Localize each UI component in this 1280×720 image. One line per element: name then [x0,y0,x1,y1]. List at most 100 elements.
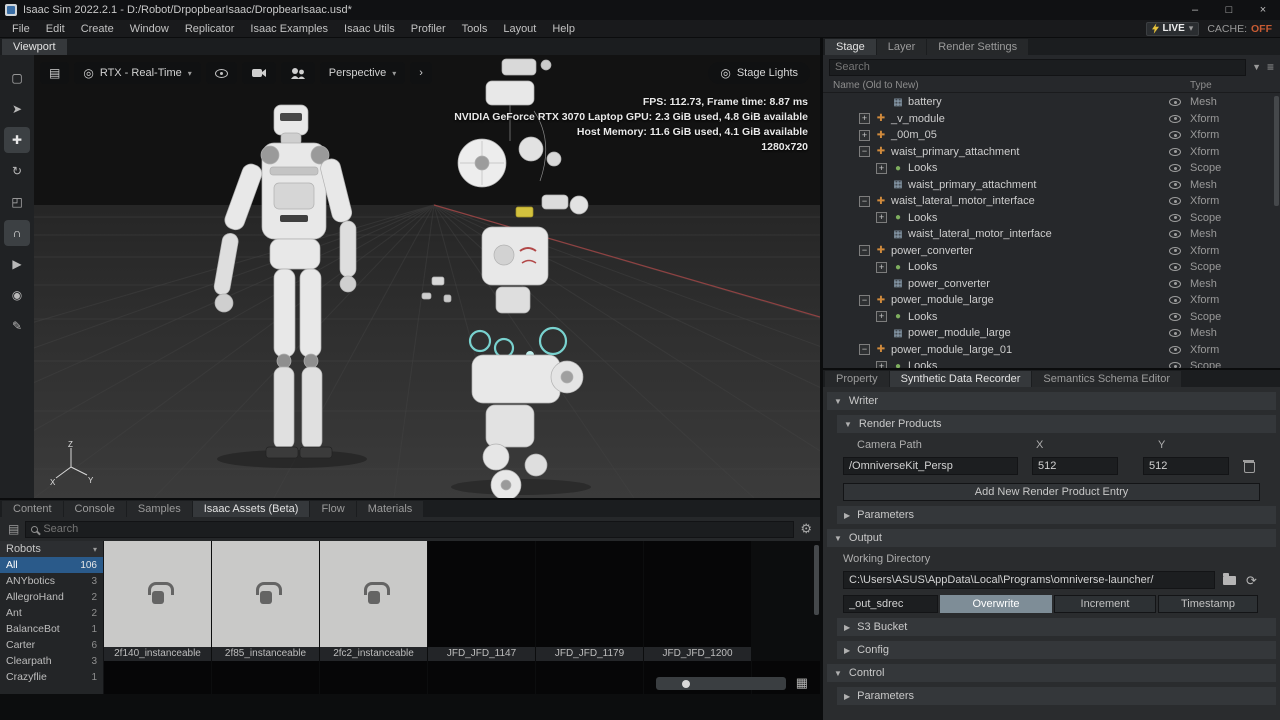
expand-toggle-icon[interactable] [859,196,870,207]
stage-tab[interactable]: Layer [877,39,927,55]
play-button[interactable]: ▶ [4,251,30,277]
menu-item[interactable]: Layout [495,20,544,37]
menu-item[interactable]: Isaac Utils [336,20,403,37]
category-item[interactable]: BalanceBot 1 [0,621,103,637]
refresh-icon[interactable]: ⟳ [1246,574,1257,587]
section-render-products[interactable]: Render Products [837,415,1276,433]
asset-item[interactable]: 2fc2_instanceable [320,541,427,661]
thumbnail-size-slider[interactable] [656,677,786,690]
name-column-header[interactable]: Name (Old to New) [833,80,919,91]
visibility-eye-icon[interactable] [1169,247,1181,255]
stage-tree-row[interactable]: waist_lateral_motor_interface Xform [823,193,1273,210]
stage-tree-row[interactable]: Looks Scope [823,309,1273,326]
visibility-eye-icon[interactable] [1169,197,1181,205]
stage-tab[interactable]: Render Settings [927,39,1028,55]
visibility-eye-icon[interactable] [1169,280,1181,288]
stage-search-input[interactable] [835,61,1240,73]
maximize-button[interactable]: □ [1212,0,1246,20]
category-dropdown[interactable]: Robots ▾ [0,541,103,557]
visibility-options-button[interactable] [206,62,237,84]
live-sync-button[interactable]: LIVE ▾ [1146,22,1200,36]
stage-tab[interactable]: Stage [825,39,876,55]
capture-button[interactable] [242,62,276,84]
stage-tree-row[interactable]: power_module_large_01 Xform [823,342,1273,359]
section-output[interactable]: Output [827,529,1276,547]
select-tool-button[interactable]: ➤ [4,96,30,122]
visibility-eye-icon[interactable] [1169,148,1181,156]
expand-toggle-icon[interactable] [859,130,870,141]
output-folder-input[interactable] [843,595,938,613]
menu-item[interactable]: Help [544,20,583,37]
stage-tree-row[interactable]: Looks Scope [823,160,1273,177]
working-directory-input[interactable] [843,571,1215,589]
grid-view-toggle-icon[interactable]: ▦ [796,675,808,691]
content-tab[interactable]: Isaac Assets (Beta) [193,501,310,517]
property-tab[interactable]: Synthetic Data Recorder [890,371,1032,387]
content-search-input[interactable] [43,523,788,535]
stage-tree-row[interactable]: battery Mesh [823,94,1273,111]
stage-tree-row[interactable]: Looks Scope [823,259,1273,276]
visibility-eye-icon[interactable] [1169,263,1181,271]
visibility-eye-icon[interactable] [1169,115,1181,123]
overwrite-button[interactable]: Overwrite [940,595,1052,613]
waypoint-button[interactable] [281,62,315,84]
menu-item[interactable]: Tools [454,20,496,37]
paint-tool-button[interactable]: ✎ [4,313,30,339]
section-control-parameters[interactable]: Parameters [837,687,1276,705]
expand-toggle-icon[interactable] [859,295,870,306]
asset-item[interactable]: 2f140_instanceable [104,541,211,661]
property-tab[interactable]: Semantics Schema Editor [1032,371,1181,387]
category-item[interactable]: AllegroHand 2 [0,589,103,605]
minimize-button[interactable]: – [1178,0,1212,20]
stage-lights-button[interactable]: ◎ Stage Lights [708,62,810,84]
expand-toggle-icon[interactable] [876,212,887,223]
asset-thumbnail[interactable] [536,541,643,647]
stage-tree-row[interactable]: Looks Scope [823,358,1273,368]
visibility-eye-icon[interactable] [1169,362,1181,368]
stage-tree-row[interactable]: Looks Scope [823,210,1273,227]
asset-item[interactable]: JFD_JFD_1200 [644,541,751,661]
menu-item[interactable]: Edit [38,20,73,37]
visibility-eye-icon[interactable] [1169,346,1181,354]
renderer-dropdown[interactable]: ◎ RTX - Real-Time ▾ [74,62,200,84]
asset-item[interactable]: 2f85_instanceable [212,541,319,661]
cache-status[interactable]: CACHE: OFF [1207,23,1272,35]
expand-toggle-icon[interactable] [876,311,887,322]
resolution-y-input[interactable] [1143,457,1229,475]
trash-icon[interactable] [1243,459,1255,473]
visibility-eye-icon[interactable] [1169,181,1181,189]
section-s3-bucket[interactable]: S3 Bucket [837,618,1276,636]
content-tab[interactable]: Console [64,501,126,517]
stage-tree-row[interactable]: waist_primary_attachment Mesh [823,177,1273,194]
category-item[interactable]: All 106 [0,557,103,573]
asset-grid-scrollbar[interactable] [814,545,819,615]
tab-viewport[interactable]: Viewport [2,39,67,55]
expand-toggle-icon[interactable] [859,113,870,124]
section-control[interactable]: Control [827,664,1276,682]
content-search-box[interactable] [25,521,794,538]
category-item[interactable]: ANYbotics 3 [0,573,103,589]
section-config[interactable]: Config [837,641,1276,659]
visibility-eye-icon[interactable] [1169,131,1181,139]
stage-search-box[interactable] [829,59,1246,76]
expand-toggle-icon[interactable] [859,344,870,355]
rotate-tool-button[interactable]: ↻ [4,158,30,184]
visibility-eye-icon[interactable] [1169,313,1181,321]
visibility-eye-icon[interactable] [1169,296,1181,304]
stage-tree-row[interactable]: power_converter Mesh [823,276,1273,293]
increment-button[interactable]: Increment [1054,595,1156,613]
expand-toggle-icon[interactable] [876,262,887,273]
menu-item[interactable]: File [4,20,38,37]
visibility-eye-icon[interactable] [1169,214,1181,222]
visibility-eye-icon[interactable] [1169,329,1181,337]
content-tab[interactable]: Materials [357,501,424,517]
asset-item[interactable]: JFD_JFD_1147 [428,541,535,661]
filter-icon[interactable]: ▼ [1252,62,1261,72]
asset-item[interactable]: JFD_JFD_1179 [536,541,643,661]
menu-item[interactable]: Replicator [177,20,243,37]
content-tab[interactable]: Flow [310,501,355,517]
frame-select-tool-button[interactable]: ▢ [4,65,30,91]
stage-tree-row[interactable]: power_module_large Mesh [823,325,1273,342]
stage-tree-row[interactable]: waist_primary_attachment Xform [823,144,1273,161]
stage-tree-scrollbar[interactable] [1274,96,1279,206]
